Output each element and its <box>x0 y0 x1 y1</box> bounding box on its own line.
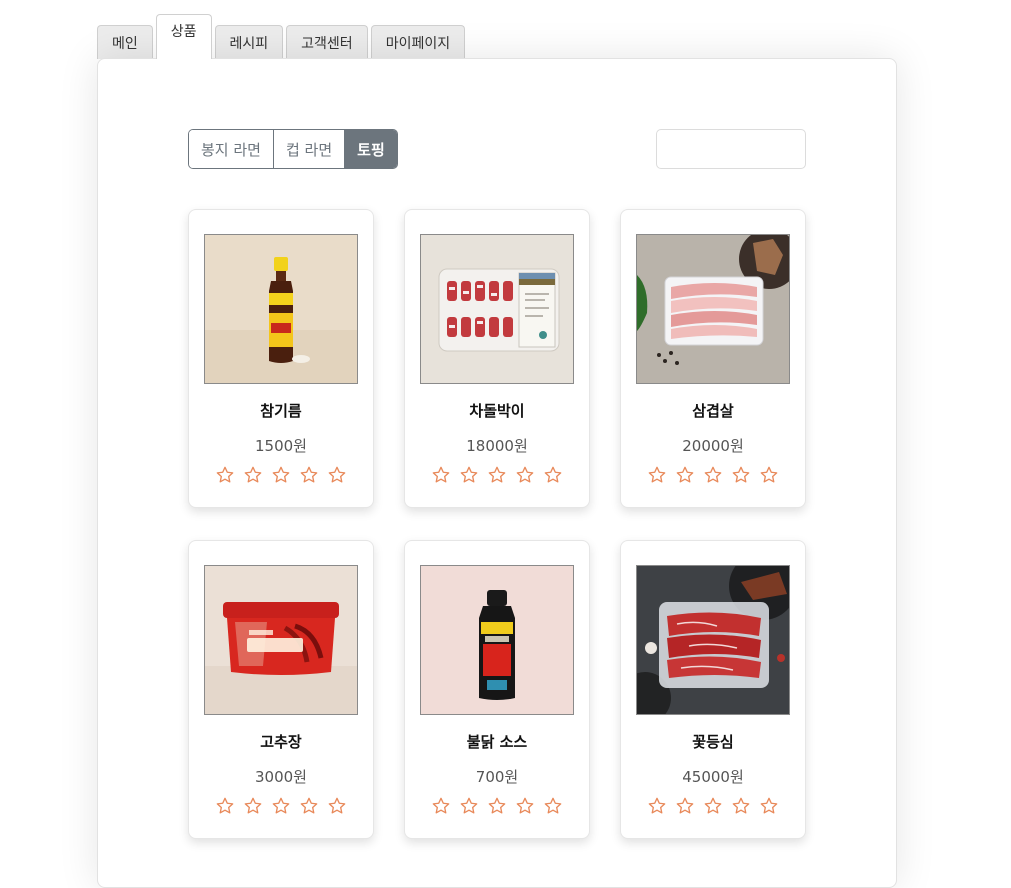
star-icon[interactable] <box>215 796 235 816</box>
product-card[interactable]: 참기름 1500원 <box>188 209 374 508</box>
rating-stars <box>405 796 589 816</box>
product-image-sesame-oil <box>204 234 358 384</box>
star-icon[interactable] <box>675 465 695 485</box>
product-price: 3000원 <box>255 768 307 786</box>
product-name: 고추장 <box>260 733 302 751</box>
rating-stars <box>189 796 373 816</box>
product-name: 꽃등심 <box>692 733 734 751</box>
star-icon[interactable] <box>647 465 667 485</box>
rating-stars <box>621 465 805 485</box>
tab-recipes[interactable]: 레시피 <box>214 25 284 59</box>
star-icon[interactable] <box>703 465 723 485</box>
rating-stars <box>621 796 805 816</box>
product-name: 참기름 <box>260 402 302 420</box>
star-icon[interactable] <box>731 465 751 485</box>
star-icon[interactable] <box>299 796 319 816</box>
star-icon[interactable] <box>459 465 479 485</box>
rating-stars <box>189 465 373 485</box>
product-name: 불닭 소스 <box>466 733 528 751</box>
star-icon[interactable] <box>431 796 451 816</box>
star-icon[interactable] <box>271 796 291 816</box>
content-panel: 봉지 라면 컵 라면 토핑 참기름 1500원 차돌박이 18000원 삼겹살 … <box>97 58 897 888</box>
star-icon[interactable] <box>215 465 235 485</box>
product-price: 45000원 <box>682 768 744 786</box>
product-image-gochujang <box>204 565 358 715</box>
star-icon[interactable] <box>327 465 347 485</box>
product-price: 1500원 <box>255 437 307 455</box>
main-tabs: 메인 상품 레시피 고객센터 마이페이지 <box>97 14 468 59</box>
star-icon[interactable] <box>647 796 667 816</box>
star-icon[interactable] <box>759 465 779 485</box>
filter-cup-ramen-button[interactable]: 컵 라면 <box>273 130 346 168</box>
product-grid: 참기름 1500원 차돌박이 18000원 삼겹살 20000원 고추장 300… <box>188 209 806 839</box>
star-icon[interactable] <box>271 465 291 485</box>
tab-customer-center[interactable]: 고객센터 <box>286 25 368 59</box>
search-input[interactable] <box>656 129 806 169</box>
product-image-brisket <box>420 234 574 384</box>
star-icon[interactable] <box>675 796 695 816</box>
product-name: 삼겹살 <box>692 402 734 420</box>
product-price: 700원 <box>475 768 519 786</box>
star-icon[interactable] <box>431 465 451 485</box>
category-filter-group: 봉지 라면 컵 라면 토핑 <box>188 129 398 169</box>
product-name: 차돌박이 <box>469 402 525 420</box>
star-icon[interactable] <box>703 796 723 816</box>
star-icon[interactable] <box>327 796 347 816</box>
star-icon[interactable] <box>515 465 535 485</box>
star-icon[interactable] <box>299 465 319 485</box>
star-icon[interactable] <box>487 465 507 485</box>
star-icon[interactable] <box>543 796 563 816</box>
product-price: 20000원 <box>682 437 744 455</box>
star-icon[interactable] <box>543 465 563 485</box>
product-price: 18000원 <box>466 437 528 455</box>
star-icon[interactable] <box>459 796 479 816</box>
product-image-pork-belly <box>636 234 790 384</box>
product-image-buldak-sauce <box>420 565 574 715</box>
star-icon[interactable] <box>243 796 263 816</box>
rating-stars <box>405 465 589 485</box>
star-icon[interactable] <box>759 796 779 816</box>
product-card[interactable]: 꽃등심 45000원 <box>620 540 806 839</box>
star-icon[interactable] <box>487 796 507 816</box>
star-icon[interactable] <box>515 796 535 816</box>
tab-products[interactable]: 상품 <box>155 14 212 59</box>
filter-bag-ramen-button[interactable]: 봉지 라면 <box>189 130 274 168</box>
tab-my-page[interactable]: 마이페이지 <box>370 25 466 59</box>
product-card[interactable]: 차돌박이 18000원 <box>404 209 590 508</box>
product-image-ribeye <box>636 565 790 715</box>
tab-main[interactable]: 메인 <box>97 25 153 59</box>
star-icon[interactable] <box>243 465 263 485</box>
product-card[interactable]: 삼겹살 20000원 <box>620 209 806 508</box>
product-card[interactable]: 불닭 소스 700원 <box>404 540 590 839</box>
star-icon[interactable] <box>731 796 751 816</box>
product-card[interactable]: 고추장 3000원 <box>188 540 374 839</box>
filter-topping-button[interactable]: 토핑 <box>345 130 397 168</box>
